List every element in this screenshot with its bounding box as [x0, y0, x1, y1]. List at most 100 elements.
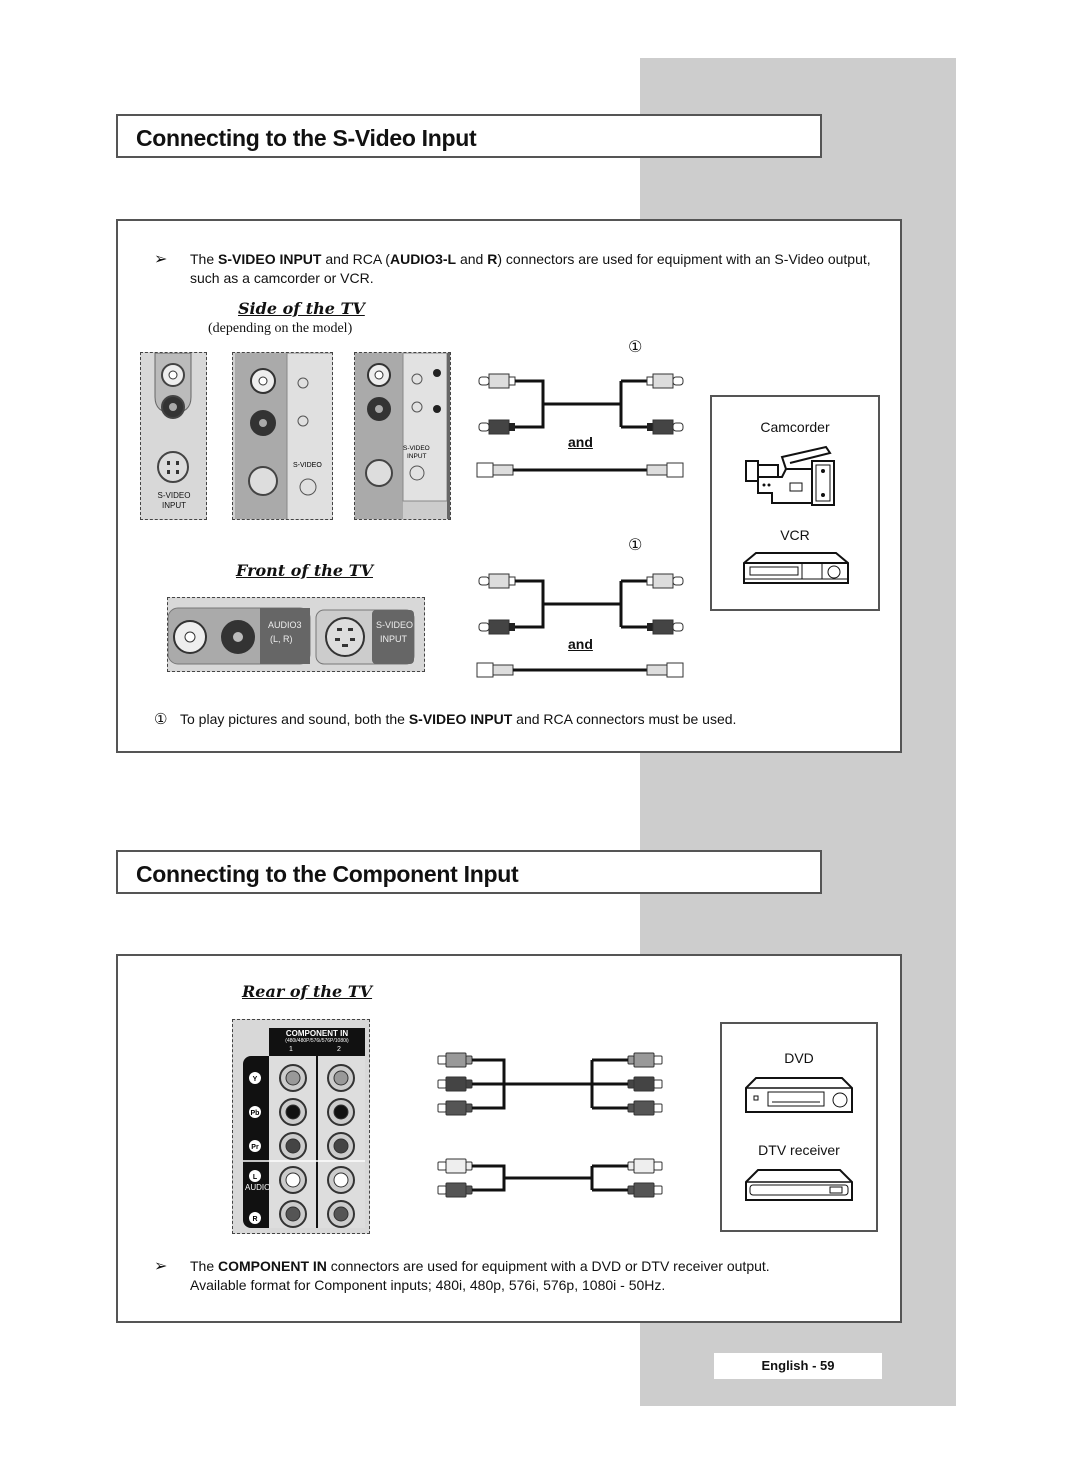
text-run: connectors are used for equipment with a…: [326, 1258, 770, 1274]
jack-center: [333, 1070, 349, 1086]
rear-panel: Y Pb Pr L R COMPONENT IN (480i/480P/576i/576…: [232, 1019, 370, 1234]
row-label: Y: [253, 1076, 258, 1083]
svideo-footnote: To play pictures and sound, both the S-V…: [180, 710, 736, 729]
side-panel-1: S-VIDEO INPUT: [140, 352, 207, 520]
video-plug-right: [627, 1052, 663, 1068]
component-note: The COMPONENT IN connectors are used for…: [190, 1257, 890, 1295]
front-of-tv-heading: Front of the TV: [236, 561, 373, 580]
jack-center: [285, 1206, 301, 1222]
row-label: Pb: [251, 1110, 260, 1117]
column-2-label: 2: [337, 1046, 341, 1053]
side-of-tv-subtitle: (depending on the model): [208, 321, 353, 336]
svideo-label: S-VIDEO: [376, 620, 414, 630]
video-plug-right: [627, 1076, 663, 1092]
component-cables: [437, 1052, 663, 1198]
rca-plug-black-left: [478, 419, 515, 435]
text-run-bold: COMPONENT IN: [218, 1258, 327, 1274]
row-label: L: [253, 1174, 258, 1181]
front-panel: AUDIO3 (L, R) S-VIDEO INPUT: [167, 597, 425, 672]
jack-center: [285, 1104, 301, 1120]
svg-text:INPUT: INPUT: [407, 453, 427, 460]
video-plug-left: [437, 1052, 473, 1068]
row-label: R: [252, 1216, 257, 1223]
jack-center: [333, 1104, 349, 1120]
text-run-bold: R: [487, 251, 498, 267]
component-format-text: Available format for Component inputs; 4…: [190, 1277, 666, 1293]
rca-cable-pair-1: [476, 373, 684, 478]
and-label-1: and: [568, 434, 593, 450]
vcr-icon: [743, 552, 849, 584]
video-plug-left: [437, 1076, 473, 1092]
audio-plug-right: [627, 1158, 663, 1174]
and-label-2: and: [568, 636, 593, 652]
text-run-bold: S-VIDEO INPUT: [218, 251, 322, 267]
bullet-arrow-icon: ➢: [154, 251, 168, 268]
audio-label: AUDIO: [245, 1183, 271, 1192]
text-run: and RCA (: [321, 251, 390, 267]
svideo-panel: ➢ The S-VIDEO INPUT and RCA (AUDIO3-L an…: [116, 219, 902, 753]
footnote-marker-1: ①: [628, 337, 643, 356]
section-title-svideo: Connecting to the S-Video Input: [136, 125, 477, 151]
text-run: and RCA connectors must be used.: [512, 711, 737, 727]
dtv-receiver-label: DTV receiver: [758, 1142, 840, 1158]
jack-center: [333, 1138, 349, 1154]
footnote-marker-2: ①: [628, 535, 643, 554]
dvd-player-icon: [745, 1077, 853, 1113]
component-device-box: DVD DTV receiver: [720, 1022, 878, 1232]
component-formats: (480i/480P/576i/576P/1080i): [285, 1038, 349, 1044]
component-in-header: COMPONENT IN: [285, 1029, 349, 1038]
component-jack-panel: Y Pb Pr L R: [243, 1028, 365, 1228]
text-run: and: [456, 251, 488, 267]
audio-plug-left: [437, 1182, 473, 1198]
text-run: The: [190, 251, 219, 267]
video-plug-right: [627, 1100, 663, 1116]
text-run-bold: S-VIDEO INPUT: [408, 711, 513, 727]
jack-center: [333, 1206, 349, 1222]
side-panel-3: S-VIDEO INPUT: [354, 352, 451, 520]
rca-cable-pair-2: [476, 573, 684, 678]
rca-plug-white-left: [478, 373, 516, 389]
jack-center: [285, 1070, 301, 1086]
audio3-label: AUDIO3: [268, 620, 302, 630]
audio-plug-left: [437, 1158, 473, 1174]
svg-text:S-VIDEO: S-VIDEO: [293, 462, 322, 469]
component-panel: Rear of the TV Y Pb Pr L R COMPONENT IN (480…: [116, 954, 902, 1323]
jack-center: [333, 1172, 349, 1188]
input-label: INPUT: [380, 634, 407, 644]
svideo-cable: [476, 462, 684, 478]
column-1-label: 1: [289, 1046, 293, 1053]
section-title-box: Connecting to the Component Input: [116, 850, 822, 894]
dtv-receiver-icon: [745, 1169, 853, 1201]
side-panel-2-illustration: S-VIDEO: [233, 353, 332, 519]
camcorder-icon: [745, 445, 835, 506]
text-run: To play pictures and sound, both the: [180, 711, 409, 727]
page-footer: English - 59: [714, 1353, 882, 1379]
camcorder-label: Camcorder: [760, 419, 830, 435]
video-cable: [472, 1058, 628, 1110]
rca-plug-white-right: [646, 373, 684, 389]
svideo-intro-text: The S-VIDEO INPUT and RCA (AUDIO3-L and …: [190, 250, 880, 288]
side-panel-3-illustration: S-VIDEO INPUT: [355, 353, 450, 519]
dvd-label: DVD: [784, 1050, 814, 1066]
rca-plug-black-right: [647, 419, 684, 435]
svideo-input-label: S-VIDEO INPUT: [157, 491, 191, 510]
text-run: The: [190, 1258, 219, 1274]
footnote-marker: ①: [154, 710, 168, 728]
audio-cable: [472, 1164, 628, 1192]
svg-text:S-VIDEO: S-VIDEO: [403, 445, 430, 452]
audio3-lr-label: (L, R): [270, 634, 293, 644]
video-plug-left: [437, 1100, 473, 1116]
side-panel-2: S-VIDEO: [232, 352, 333, 520]
row-label: Pr: [251, 1144, 259, 1151]
audio-plug-right: [627, 1182, 663, 1198]
bullet-arrow-icon: ➢: [154, 1258, 168, 1275]
section-title-component: Connecting to the Component Input: [136, 861, 519, 887]
jack-center: [285, 1172, 301, 1188]
text-run-bold: AUDIO3-L: [389, 251, 457, 267]
svideo-device-box: Camcorder VCR: [710, 395, 880, 611]
jack-center: [285, 1138, 301, 1154]
rear-of-tv-heading: Rear of the TV: [242, 982, 373, 1001]
vcr-label: VCR: [780, 527, 810, 543]
side-of-tv-heading: Side of the TV: [238, 299, 365, 318]
section-title-box: Connecting to the S-Video Input: [116, 114, 822, 158]
